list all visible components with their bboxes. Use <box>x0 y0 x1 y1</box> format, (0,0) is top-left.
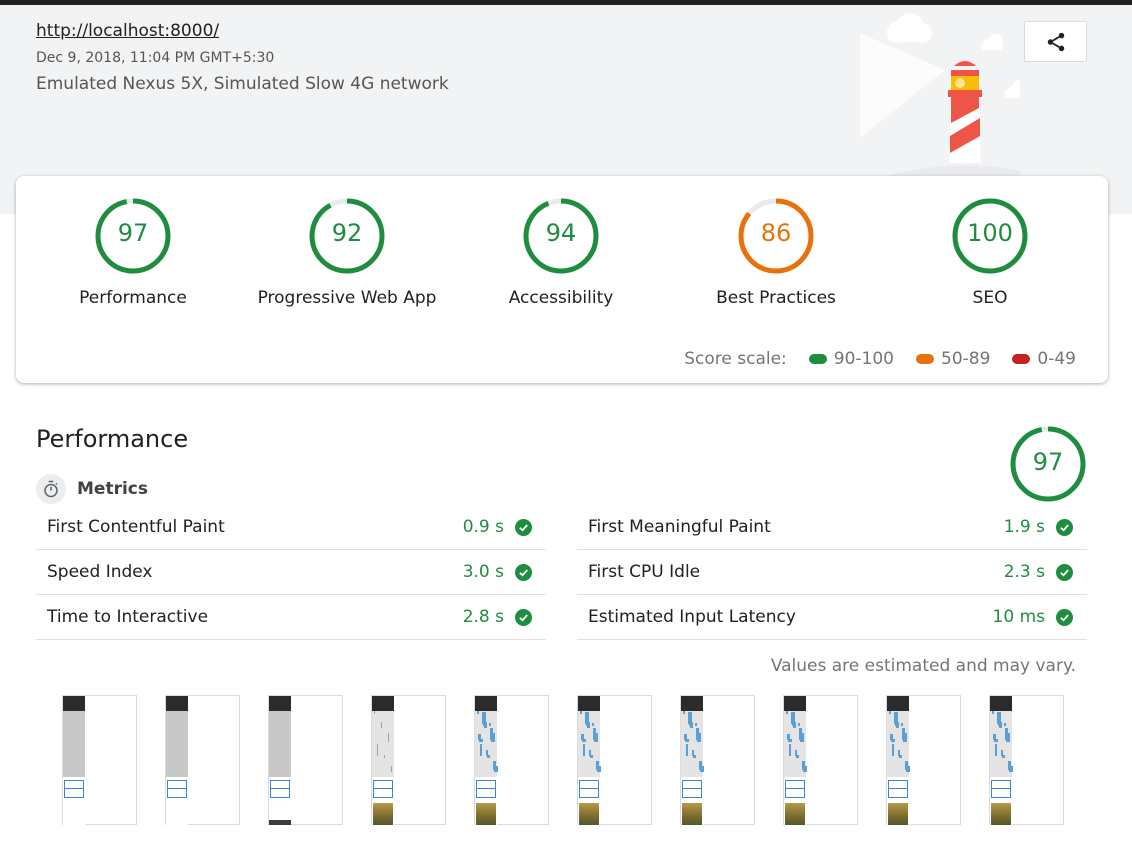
check-icon <box>1056 608 1073 626</box>
metrics-header: Metrics <box>36 474 148 504</box>
gauge-performance[interactable]: 97 Performance <box>33 198 233 308</box>
frame-thumbnail <box>784 696 807 825</box>
check-icon <box>1056 563 1073 581</box>
metric-row: Speed Index 3.0 s <box>36 550 546 595</box>
scale-range-label: 0-49 <box>1037 349 1076 369</box>
pass-pill-icon <box>808 354 827 364</box>
metric-value: 0.9 s <box>462 517 504 537</box>
gauge-accessibility[interactable]: 94 Accessibility <box>461 198 661 308</box>
scale-item-fail: 0-49 <box>1012 349 1076 369</box>
performance-section-title: Performance <box>36 425 189 453</box>
gauge-value: 86 <box>760 219 792 247</box>
lighthouse-icon <box>860 13 1020 178</box>
filmstrip-frame[interactable] <box>165 695 240 825</box>
gauge-value: 97 <box>117 219 149 247</box>
metrics-column-left: First Contentful Paint 0.9 s Speed Index… <box>36 505 546 640</box>
fail-pill-icon <box>1012 354 1031 364</box>
frame-thumbnail <box>372 696 394 825</box>
filmstrip-frame[interactable] <box>268 695 343 825</box>
metric-value: 1.9 s <box>1003 517 1045 537</box>
metric-label: First Meaningful Paint <box>588 517 771 537</box>
environment-info: Emulated Nexus 5X, Simulated Slow 4G net… <box>36 74 449 94</box>
score-scale-label: Score scale: <box>684 349 787 369</box>
metric-label: First Contentful Paint <box>47 517 225 537</box>
frame-thumbnail <box>63 696 85 825</box>
metric-row: Estimated Input Latency 10 ms <box>577 595 1087 640</box>
gauge-label: Accessibility <box>508 288 614 308</box>
performance-big-gauge: 97 <box>1010 426 1086 502</box>
metric-row: Time to Interactive 2.8 s <box>36 595 546 640</box>
frame-thumbnail <box>578 696 601 825</box>
metric-value: 10 ms <box>992 607 1045 627</box>
metric-label: Time to Interactive <box>47 607 209 627</box>
report-url-link[interactable]: http://localhost:8000/ <box>36 21 219 41</box>
filmstrip-frame[interactable] <box>371 695 446 825</box>
metric-label: First CPU Idle <box>588 562 701 582</box>
filmstrip-frame[interactable] <box>886 695 961 825</box>
scores-summary-card: 97 Performance 92 Progressive Web App 94… <box>16 176 1108 383</box>
metrics-column-right: First Meaningful Paint 1.9 s First CPU I… <box>577 505 1087 640</box>
frame-thumbnail <box>887 696 910 825</box>
frame-thumbnail <box>166 696 188 825</box>
filmstrip-frame[interactable] <box>989 695 1064 825</box>
frame-thumbnail <box>269 696 291 825</box>
gauge-best-practices[interactable]: 86 Best Practices <box>676 198 876 308</box>
metric-value: 2.8 s <box>462 607 504 627</box>
frame-thumbnail <box>475 696 498 825</box>
report-timestamp: Dec 9, 2018, 11:04 PM GMT+5:30 <box>36 50 275 66</box>
metrics-label: Metrics <box>77 479 148 499</box>
estimate-note: Values are estimated and may vary. <box>770 656 1076 676</box>
score-scale-legend: Score scale: 90-100 50-89 0-49 <box>684 349 1076 369</box>
gauge-label: Best Practices <box>716 288 836 308</box>
scale-item-pass: 90-100 <box>808 349 894 369</box>
scale-item-average: 50-89 <box>916 349 990 369</box>
scale-range-label: 90-100 <box>833 349 894 369</box>
gauge-value: 100 <box>967 219 1013 247</box>
metric-row: First Contentful Paint 0.9 s <box>36 505 546 550</box>
gauge-label: Progressive Web App <box>257 288 437 308</box>
metric-value: 3.0 s <box>462 562 504 582</box>
frame-thumbnail <box>681 696 704 825</box>
gauge-label: Performance <box>79 288 187 308</box>
share-button[interactable] <box>1024 21 1087 62</box>
metric-label: Estimated Input Latency <box>588 607 796 627</box>
check-icon <box>515 608 532 626</box>
metric-label: Speed Index <box>47 562 153 582</box>
filmstrip-frame[interactable] <box>577 695 652 825</box>
scale-range-label: 50-89 <box>941 349 991 369</box>
gauge-seo[interactable]: 100 SEO <box>890 198 1090 308</box>
filmstrip-frame[interactable] <box>474 695 549 825</box>
metric-value: 2.3 s <box>1003 562 1045 582</box>
stopwatch-icon <box>36 474 66 504</box>
filmstrip-frame[interactable] <box>62 695 137 825</box>
average-pill-icon <box>916 354 934 364</box>
filmstrip-frame[interactable] <box>680 695 755 825</box>
filmstrip-frame[interactable] <box>783 695 858 825</box>
gauge-pwa[interactable]: 92 Progressive Web App <box>247 198 447 308</box>
gauge-value: 92 <box>331 219 363 247</box>
frame-thumbnail <box>990 696 1013 825</box>
check-icon <box>515 518 532 536</box>
gauge-value: 94 <box>545 219 577 247</box>
metric-row: First CPU Idle 2.3 s <box>577 550 1087 595</box>
metric-row: First Meaningful Paint 1.9 s <box>577 505 1087 550</box>
share-icon <box>1047 32 1064 51</box>
gauge-value: 97 <box>1032 448 1064 476</box>
check-icon <box>515 563 532 581</box>
gauge-label: SEO <box>972 288 1008 308</box>
check-icon <box>1056 518 1073 536</box>
